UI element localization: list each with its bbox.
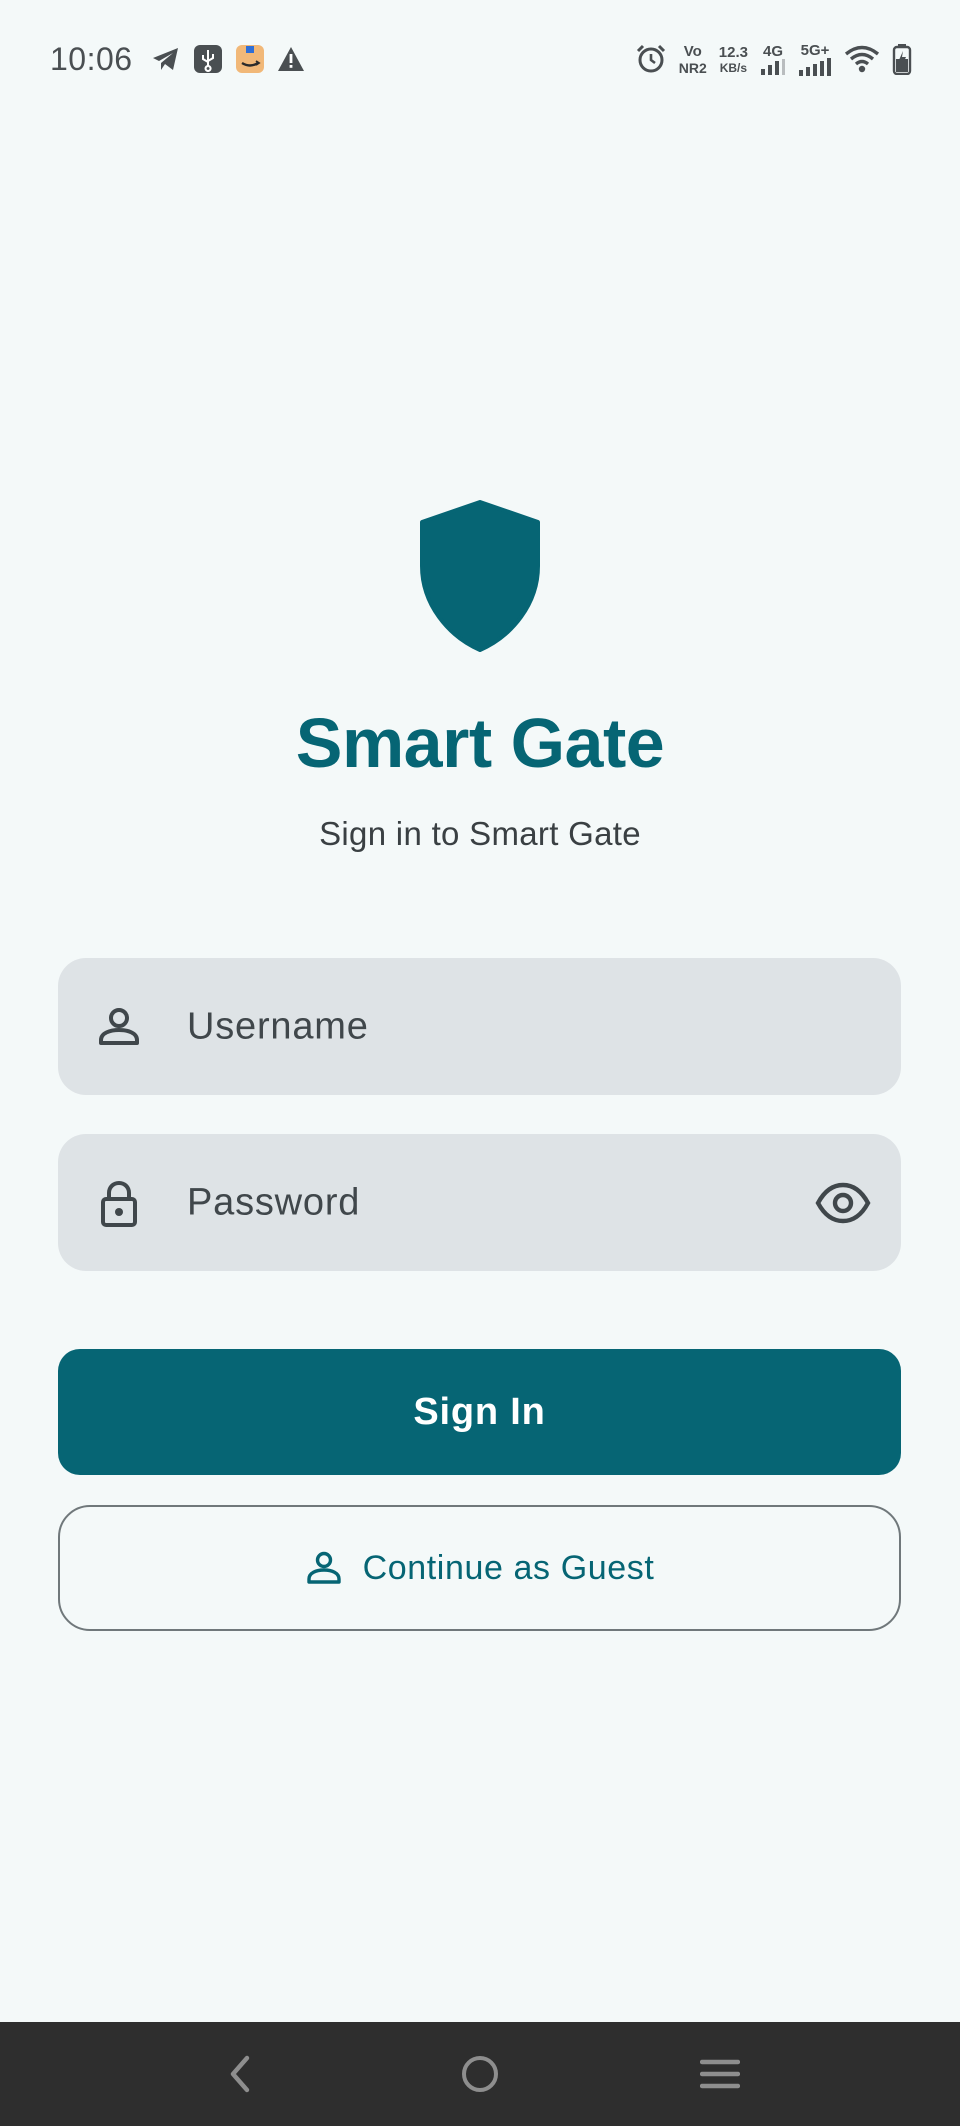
guest-person-icon xyxy=(306,1551,341,1584)
signal-4g-label: 4G xyxy=(762,42,783,60)
network-speed-value: 12.3 xyxy=(718,43,748,61)
home-button[interactable] xyxy=(450,2044,510,2104)
warning-icon xyxy=(277,46,305,72)
password-field[interactable]: Password xyxy=(58,1134,901,1271)
usb-icon xyxy=(193,44,223,74)
status-bar-left: 10:06 xyxy=(50,41,305,78)
login-screen: 10:06 Vo NR2 12.3 KB/s 4G 5G+ Smart Gate… xyxy=(0,0,960,2126)
shield-icon xyxy=(420,500,540,652)
signal-4g: 4G xyxy=(760,44,786,75)
app-title: Smart Gate xyxy=(295,704,665,782)
recents-button[interactable] xyxy=(690,2044,750,2104)
visibility-toggle-icon[interactable] xyxy=(815,1181,871,1225)
continue-as-guest-button[interactable]: Continue as Guest xyxy=(58,1505,901,1631)
signal-5g: 5G+ xyxy=(798,43,832,76)
lock-icon xyxy=(101,1180,137,1227)
sign-in-label: Sign In xyxy=(413,1390,546,1433)
volte-top: Vo xyxy=(683,42,702,60)
back-button[interactable] xyxy=(210,2044,270,2104)
person-icon xyxy=(99,1007,139,1045)
system-nav-bar xyxy=(0,2022,960,2126)
wifi-icon xyxy=(844,44,880,74)
volte-indicator: Vo NR2 xyxy=(679,44,707,75)
status-bar-right: Vo NR2 12.3 KB/s 4G 5G+ xyxy=(635,43,912,76)
sign-in-button[interactable]: Sign In xyxy=(58,1349,901,1475)
telegram-icon xyxy=(151,45,181,73)
home-icon xyxy=(462,2056,498,2092)
volte-bottom: NR2 xyxy=(678,59,707,76)
app-subtitle: Sign in to Smart Gate xyxy=(319,815,641,852)
status-time: 10:06 xyxy=(50,40,133,77)
network-speed-unit: KB/s xyxy=(719,60,748,75)
signal-bars-icon xyxy=(799,57,831,76)
menu-icon xyxy=(700,2059,740,2089)
alarm-icon xyxy=(635,43,667,75)
username-placeholder: Username xyxy=(187,1005,369,1047)
battery-icon xyxy=(892,43,912,75)
status-bar: 10:06 Vo NR2 12.3 KB/s 4G 5G+ xyxy=(0,0,960,118)
signal-icon xyxy=(761,58,785,75)
back-icon xyxy=(230,2055,250,2093)
guest-label: Continue as Guest xyxy=(362,1548,655,1587)
network-speed: 12.3 KB/s xyxy=(719,45,748,74)
password-placeholder: Password xyxy=(187,1181,361,1223)
signal-5g-label: 5G+ xyxy=(800,41,830,59)
amazon-icon xyxy=(235,44,265,74)
username-field[interactable]: Username xyxy=(58,958,901,1095)
